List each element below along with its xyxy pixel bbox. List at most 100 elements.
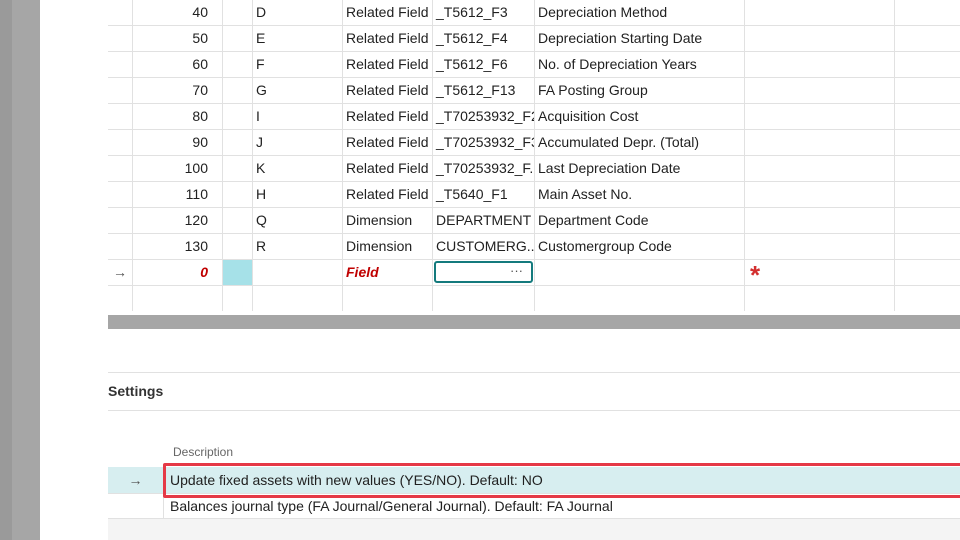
empty-cell[interactable] bbox=[223, 286, 253, 311]
extra-cell[interactable]: * bbox=[745, 260, 895, 285]
line-no-cell[interactable]: 90 bbox=[133, 130, 223, 155]
row-marker[interactable] bbox=[108, 0, 133, 25]
column-name-cell[interactable]: F bbox=[253, 52, 343, 77]
extra-cell[interactable] bbox=[895, 234, 960, 259]
select-cell[interactable] bbox=[223, 104, 253, 129]
source-field-cell[interactable]: _T5612_F4 bbox=[433, 26, 535, 51]
description-cell[interactable]: Last Depreciation Date bbox=[535, 156, 745, 181]
grid-row[interactable]: 130 R Dimension CUSTOMERG... Customergroup C… bbox=[108, 234, 960, 260]
empty-cell[interactable] bbox=[253, 286, 343, 311]
row-marker[interactable] bbox=[108, 78, 133, 103]
column-name-cell[interactable]: Q bbox=[253, 208, 343, 233]
description-cell[interactable]: Depreciation Method bbox=[535, 0, 745, 25]
extra-cell[interactable] bbox=[745, 130, 895, 155]
row-marker[interactable] bbox=[108, 156, 133, 181]
description-cell[interactable]: Acquisition Cost bbox=[535, 104, 745, 129]
source-field-cell[interactable]: _T70253932_F... bbox=[433, 156, 535, 181]
field-type-cell[interactable]: Dimension bbox=[343, 234, 433, 259]
empty-cell[interactable] bbox=[535, 286, 745, 311]
extra-cell[interactable] bbox=[895, 104, 960, 129]
source-field-cell[interactable]: _T5612_F6 bbox=[433, 52, 535, 77]
column-name-cell[interactable]: D bbox=[253, 0, 343, 25]
grid-row[interactable]: 50 E Related Field _T5612_F4 Depreciation St… bbox=[108, 26, 960, 52]
line-no-cell[interactable]: 130 bbox=[133, 234, 223, 259]
description-cell[interactable]: Customergroup Code bbox=[535, 234, 745, 259]
source-field-cell[interactable]: _T70253932_F2 bbox=[433, 104, 535, 129]
source-field-cell[interactable]: _T5640_F1 bbox=[433, 182, 535, 207]
select-cell[interactable] bbox=[223, 130, 253, 155]
horizontal-scrollbar[interactable] bbox=[108, 315, 960, 329]
line-no-cell[interactable]: 110 bbox=[133, 182, 223, 207]
extra-cell[interactable] bbox=[895, 130, 960, 155]
line-no-cell[interactable]: 120 bbox=[133, 208, 223, 233]
column-name-cell[interactable]: H bbox=[253, 182, 343, 207]
description-cell[interactable] bbox=[535, 260, 745, 285]
row-marker[interactable] bbox=[108, 26, 133, 51]
line-no-cell[interactable]: 70 bbox=[133, 78, 223, 103]
column-name-cell[interactable]: G bbox=[253, 78, 343, 103]
empty-cell[interactable] bbox=[745, 286, 895, 311]
row-marker[interactable] bbox=[108, 104, 133, 129]
row-marker[interactable] bbox=[108, 182, 133, 207]
field-type-cell[interactable]: Field bbox=[343, 260, 433, 285]
description-cell[interactable]: Accumulated Depr. (Total) bbox=[535, 130, 745, 155]
extra-cell[interactable] bbox=[895, 26, 960, 51]
description-cell[interactable]: Department Code bbox=[535, 208, 745, 233]
extra-cell[interactable] bbox=[745, 78, 895, 103]
grid-empty-row[interactable] bbox=[108, 286, 960, 311]
grid-new-row[interactable]: → 0 Field ··· * bbox=[108, 260, 960, 286]
extra-cell[interactable] bbox=[745, 234, 895, 259]
source-field-cell[interactable]: _T5612_F3 bbox=[433, 0, 535, 25]
grid-row[interactable]: 80 I Related Field _T70253932_F2 Acquisition… bbox=[108, 104, 960, 130]
field-type-cell[interactable]: Related Field bbox=[343, 130, 433, 155]
extra-cell[interactable] bbox=[895, 0, 960, 25]
empty-cell[interactable] bbox=[433, 286, 535, 311]
field-type-cell[interactable]: Related Field bbox=[343, 26, 433, 51]
extra-cell[interactable] bbox=[895, 208, 960, 233]
row-marker[interactable] bbox=[108, 208, 133, 233]
source-field-cell[interactable]: DEPARTMENT bbox=[433, 208, 535, 233]
description-column-header[interactable]: Description bbox=[173, 445, 233, 459]
row-marker[interactable] bbox=[108, 234, 133, 259]
extra-cell[interactable] bbox=[895, 52, 960, 77]
line-no-cell[interactable]: 100 bbox=[133, 156, 223, 181]
empty-cell[interactable] bbox=[108, 286, 133, 311]
grid-row[interactable]: 70 G Related Field _T5612_F13 FA Posting Gro… bbox=[108, 78, 960, 104]
grid-row[interactable]: 90 J Related Field _T70253932_F3 Accumulated… bbox=[108, 130, 960, 156]
source-field-cell[interactable]: _T70253932_F3 bbox=[433, 130, 535, 155]
extra-cell[interactable] bbox=[745, 0, 895, 25]
field-type-cell[interactable]: Related Field bbox=[343, 0, 433, 25]
extra-cell[interactable] bbox=[745, 52, 895, 77]
column-name-cell[interactable] bbox=[253, 260, 343, 285]
column-name-cell[interactable]: R bbox=[253, 234, 343, 259]
extra-cell[interactable] bbox=[895, 260, 960, 285]
extra-cell[interactable] bbox=[895, 78, 960, 103]
grid-row[interactable]: 100 K Related Field _T70253932_F... Last Dep… bbox=[108, 156, 960, 182]
lookup-ellipsis-icon[interactable]: ··· bbox=[510, 263, 523, 278]
row-marker[interactable] bbox=[108, 52, 133, 77]
line-no-cell[interactable]: 50 bbox=[133, 26, 223, 51]
select-cell[interactable] bbox=[223, 78, 253, 103]
line-no-cell[interactable]: 0 bbox=[133, 260, 223, 285]
select-cell[interactable] bbox=[223, 52, 253, 77]
column-name-cell[interactable]: K bbox=[253, 156, 343, 181]
source-field-input[interactable]: ··· bbox=[434, 261, 533, 283]
extra-cell[interactable] bbox=[745, 26, 895, 51]
select-cell[interactable] bbox=[223, 156, 253, 181]
empty-cell[interactable] bbox=[895, 286, 960, 311]
column-name-cell[interactable]: J bbox=[253, 130, 343, 155]
description-cell[interactable]: Depreciation Starting Date bbox=[535, 26, 745, 51]
select-cell[interactable] bbox=[223, 182, 253, 207]
field-type-cell[interactable]: Related Field bbox=[343, 104, 433, 129]
column-name-cell[interactable]: E bbox=[253, 26, 343, 51]
select-cell[interactable] bbox=[223, 208, 253, 233]
description-cell[interactable]: FA Posting Group bbox=[535, 78, 745, 103]
column-name-cell[interactable]: I bbox=[253, 104, 343, 129]
field-type-cell[interactable]: Related Field bbox=[343, 156, 433, 181]
extra-cell[interactable] bbox=[745, 182, 895, 207]
extra-cell[interactable] bbox=[895, 156, 960, 181]
source-field-cell[interactable]: ··· bbox=[433, 260, 535, 285]
select-cell[interactable] bbox=[223, 0, 253, 25]
field-type-cell[interactable]: Dimension bbox=[343, 208, 433, 233]
row-marker[interactable] bbox=[108, 130, 133, 155]
